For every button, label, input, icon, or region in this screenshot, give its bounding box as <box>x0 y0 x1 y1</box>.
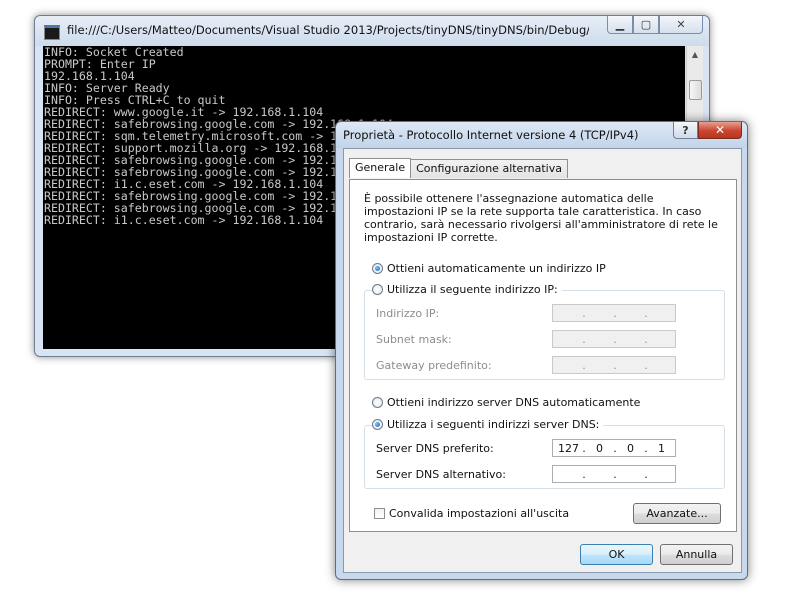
validate-label: Convalida impostazioni all'uscita <box>389 507 570 520</box>
ip-auto-label: Ottieni automaticamente un indirizzo IP <box>387 262 606 275</box>
gateway-label: Gateway predefinito: <box>376 359 492 372</box>
close-icon[interactable]: ✕ <box>659 16 703 34</box>
dns-auto-radio[interactable] <box>372 397 383 408</box>
tab-panel-generale: È possibile ottenere l'assegnazione auto… <box>349 179 737 532</box>
subnet-mask-field[interactable]: ... <box>552 330 676 348</box>
dns-preferred-field[interactable]: 127. 0. 0. 1 <box>552 439 676 457</box>
ip-address-label: Indirizzo IP: <box>376 307 440 320</box>
ok-button[interactable]: OK <box>580 544 653 565</box>
subnet-mask-label: Subnet mask: <box>376 333 452 346</box>
close-icon[interactable]: ✕ <box>698 122 742 139</box>
console-caption-buttons: ▁ ▢ ✕ <box>607 16 703 36</box>
ip-auto-option[interactable]: Ottieni automaticamente un indirizzo IP <box>372 262 606 275</box>
dialog-caption-buttons: ? ✕ <box>673 122 742 139</box>
tab-strip: Generale Configurazione alternativa <box>349 158 568 178</box>
dns-preferred-octet-1: 127 <box>558 441 579 455</box>
scroll-up-icon[interactable]: ▲ <box>687 46 703 62</box>
description-text: È possibile ottenere l'assegnazione auto… <box>364 192 718 244</box>
dns-preferred-label: Server DNS preferito: <box>376 442 494 455</box>
advanced-button[interactable]: Avanzate... <box>633 503 721 524</box>
ip-manual-label: Utilizza il seguente indirizzo IP: <box>387 283 558 296</box>
gateway-field[interactable]: ... <box>552 356 676 374</box>
minimize-icon[interactable]: ▁ <box>607 16 633 34</box>
ipv4-properties-dialog: Proprietà - Protocollo Internet versione… <box>335 121 748 580</box>
cancel-button[interactable]: Annulla <box>660 544 733 565</box>
dialog-client-area: Generale Configurazione alternativa È po… <box>343 148 742 573</box>
ip-address-field[interactable]: ... <box>552 304 676 322</box>
tab-configurazione-alternativa[interactable]: Configurazione alternativa <box>410 159 568 178</box>
dns-auto-option[interactable]: Ottieni indirizzo server DNS automaticam… <box>372 396 640 409</box>
console-app-icon <box>44 25 60 40</box>
dns-manual-label: Utilizza i seguenti indirizzi server DNS… <box>387 418 600 431</box>
validate-option[interactable]: Convalida impostazioni all'uscita <box>374 507 569 520</box>
dns-manual-radio[interactable] <box>372 419 383 430</box>
validate-checkbox[interactable] <box>374 508 385 519</box>
help-icon[interactable]: ? <box>673 122 698 139</box>
console-line: PROMPT: Enter IP <box>44 57 156 71</box>
dns-preferred-octet-4: 1 <box>658 441 665 455</box>
ip-manual-option[interactable]: Utilizza il seguente indirizzo IP: <box>372 283 562 296</box>
dns-auto-label: Ottieni indirizzo server DNS automaticam… <box>387 396 641 409</box>
tab-generale[interactable]: Generale <box>349 158 412 178</box>
ip-manual-radio[interactable] <box>372 284 383 295</box>
ip-auto-radio[interactable] <box>372 263 383 274</box>
dns-alternate-field[interactable]: ... <box>552 465 676 483</box>
dns-preferred-octet-2: 0 <box>596 441 603 455</box>
dialog-title: Proprietà - Protocollo Internet versione… <box>343 128 639 142</box>
maximize-icon[interactable]: ▢ <box>633 16 659 34</box>
dns-alternate-label: Server DNS alternativo: <box>376 468 506 481</box>
console-title: file:///C:/Users/Matteo/Documents/Visual… <box>67 23 589 37</box>
dns-manual-option[interactable]: Utilizza i seguenti indirizzi server DNS… <box>372 418 604 431</box>
scrollbar-thumb[interactable] <box>689 80 702 100</box>
dns-preferred-octet-3: 0 <box>627 441 634 455</box>
